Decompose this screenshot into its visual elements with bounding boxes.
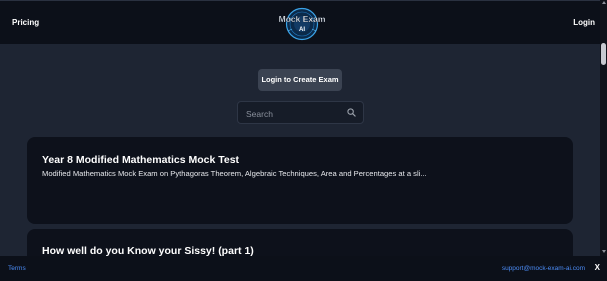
search-input[interactable] bbox=[244, 102, 348, 125]
scroll-up-icon[interactable] bbox=[602, 1, 606, 4]
scroll-down-icon[interactable] bbox=[602, 250, 606, 253]
login-to-create-exam-button[interactable]: Login to Create Exam bbox=[258, 69, 342, 91]
mock-exam-ai-logo[interactable]: Mock Exam AI bbox=[276, 7, 328, 41]
logo-text-line1: Mock Exam bbox=[279, 14, 326, 24]
pricing-link[interactable]: Pricing bbox=[12, 18, 39, 27]
top-navbar: Pricing Mock Exam AI Login bbox=[0, 0, 600, 44]
close-footer-button[interactable]: X bbox=[595, 263, 600, 272]
search-icon[interactable] bbox=[347, 108, 356, 117]
logo-text-line2: AI bbox=[299, 27, 305, 33]
scrollbar[interactable] bbox=[600, 0, 607, 256]
terms-link[interactable]: Terms bbox=[8, 265, 26, 272]
search-box bbox=[237, 101, 364, 125]
exam-card[interactable]: Year 8 Modified Mathematics Mock Test Mo… bbox=[27, 137, 573, 224]
support-email-link[interactable]: support@mock-exam-ai.com bbox=[502, 265, 585, 272]
scrollbar-thumb[interactable] bbox=[601, 43, 606, 65]
exam-card-title: Year 8 Modified Mathematics Mock Test bbox=[42, 154, 240, 166]
logo-graphic: Mock Exam AI bbox=[278, 7, 326, 41]
footer-bar: Terms support@mock-exam-ai.com X bbox=[0, 256, 607, 281]
login-link[interactable]: Login bbox=[573, 18, 595, 27]
exam-card-description: Modified Mathematics Mock Exam on Pythag… bbox=[42, 169, 427, 178]
